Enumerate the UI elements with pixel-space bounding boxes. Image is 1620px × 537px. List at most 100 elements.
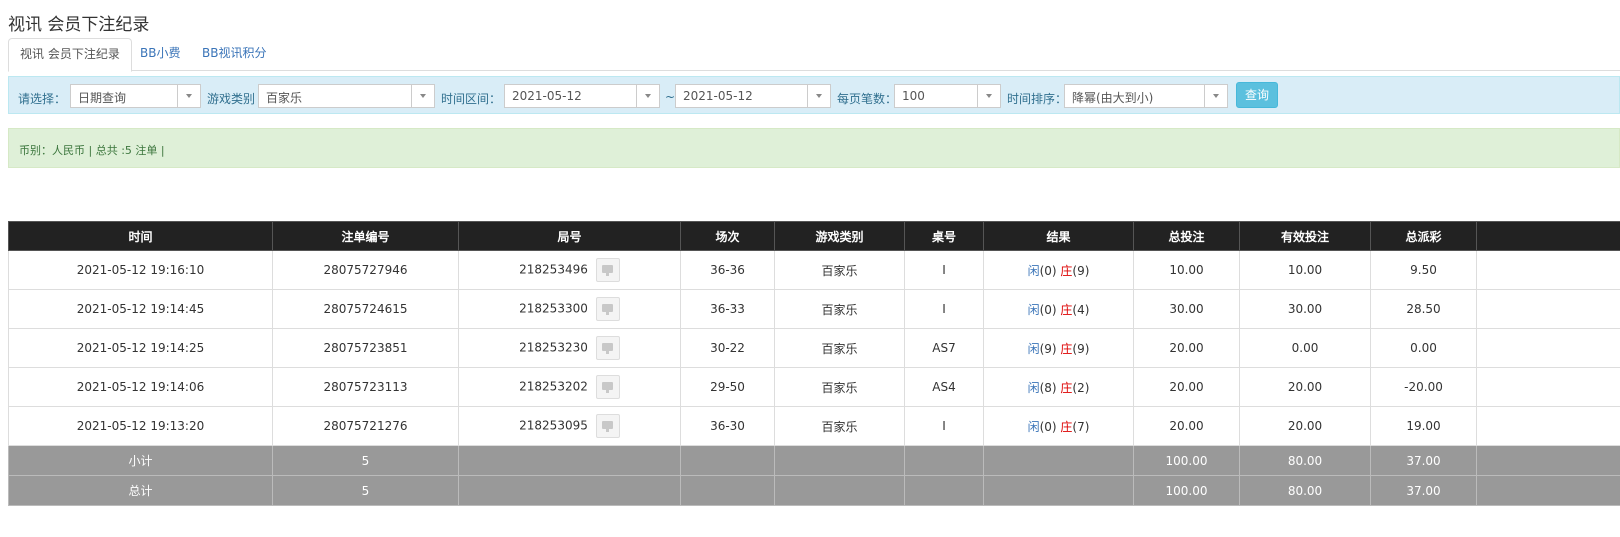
sort-select[interactable]: 降幂(由大到小): [1064, 84, 1228, 108]
col-extra: [1476, 221, 1620, 251]
total-bet-link[interactable]: 10.00: [1133, 250, 1240, 290]
chevron-down-icon: [1204, 85, 1227, 107]
sort-label: 时间排序：: [1007, 92, 1068, 106]
chevron-down-icon: [807, 85, 830, 107]
per-page-select[interactable]: 100: [894, 84, 1001, 108]
total-bet-link[interactable]: 30.00: [1133, 289, 1240, 329]
round-no-cell: 218253230: [458, 328, 681, 368]
player-label: 闲: [1027, 341, 1040, 356]
col-table-no: 桌号: [904, 221, 984, 251]
valid-bet-cell: 10.00: [1239, 250, 1371, 290]
payout-cell: 19.00: [1370, 406, 1477, 446]
table-row: 2021-05-12 19:14:06 28075723113 21825320…: [8, 367, 1620, 407]
banker-label: 庄: [1060, 380, 1073, 395]
session-cell: 30-22: [680, 328, 775, 368]
session-cell: 36-33: [680, 289, 775, 329]
session-cell: 29-50: [680, 367, 775, 407]
replay-icon[interactable]: [595, 375, 620, 399]
round-no-cell: 218253300: [458, 289, 681, 329]
table-header-row: 时间 注单编号 局号 场次 游戏类别 桌号 结果 总投注 有效投注 总派彩: [8, 221, 1620, 251]
col-bet-no: 注单编号: [272, 221, 459, 251]
bet-no-cell: 28075724615: [272, 289, 459, 329]
table-no-cell: AS7: [904, 328, 984, 368]
banker-value: (9): [1072, 263, 1090, 278]
replay-icon[interactable]: [595, 336, 620, 360]
search-button[interactable]: 查询: [1236, 82, 1278, 108]
bet-no-cell: 28075727946: [272, 250, 459, 290]
banker-value: (2): [1072, 380, 1090, 395]
replay-icon[interactable]: [595, 258, 620, 282]
select-label: 请选择：: [18, 92, 67, 106]
date-to-select[interactable]: 2021-05-12: [675, 84, 831, 108]
chevron-down-icon: [411, 85, 434, 107]
game-type-select[interactable]: 百家乐: [258, 84, 435, 108]
session-cell: 36-36: [680, 250, 775, 290]
payout-cell: 9.50: [1370, 250, 1477, 290]
player-value: (0): [1039, 419, 1057, 434]
subtotal-total-bet: 100.00: [1133, 445, 1240, 476]
valid-bet-cell: 20.00: [1239, 367, 1371, 407]
col-result: 结果: [983, 221, 1134, 251]
date-to-value: 2021-05-12: [683, 89, 753, 103]
tab-bet-records[interactable]: 视讯 会员下注纪录: [8, 38, 132, 72]
grand-total-label: 总计: [8, 475, 273, 506]
result-cell: 闲(8) 庄(2): [983, 367, 1134, 407]
bet-no-cell: 28075723113: [272, 367, 459, 407]
per-page-value: 100: [902, 89, 925, 103]
result-cell: 闲(0) 庄(7): [983, 406, 1134, 446]
extra-cell: [1476, 328, 1620, 368]
grand-total-count: 5: [272, 475, 459, 506]
round-no-text: 218253496: [519, 262, 588, 277]
valid-bet-cell: 20.00: [1239, 406, 1371, 446]
table-no-cell: AS4: [904, 367, 984, 407]
subtotal-valid-bet: 80.00: [1239, 445, 1371, 476]
table-no-cell: I: [904, 289, 984, 329]
time-cell: 2021-05-12 19:14:45: [8, 289, 273, 329]
round-no-text: 218253095: [519, 418, 588, 433]
session-cell: 36-30: [680, 406, 775, 446]
grand-total-total-bet: 100.00: [1133, 475, 1240, 506]
subtotal-row: 小计 5 100.00 80.00 37.00: [8, 445, 1620, 476]
date-range-separator: ~: [665, 90, 676, 104]
extra-cell: [1476, 367, 1620, 407]
banker-label: 庄: [1060, 263, 1073, 278]
time-cell: 2021-05-12 19:13:20: [8, 406, 273, 446]
game-type-label: 游戏类别: [207, 92, 256, 106]
time-range-label: 时间区间：: [441, 92, 502, 106]
tab-bb-tips[interactable]: BB小费: [129, 38, 191, 69]
table-row: 2021-05-12 19:14:45 28075724615 21825330…: [8, 289, 1620, 329]
grand-total-valid-bet: 80.00: [1239, 475, 1371, 506]
table-row: 2021-05-12 19:14:25 28075723851 21825323…: [8, 328, 1620, 368]
replay-icon[interactable]: [595, 414, 620, 438]
round-no-text: 218253202: [519, 379, 588, 394]
game-type-value: 百家乐: [266, 91, 303, 105]
extra-cell: [1476, 406, 1620, 446]
date-from-select[interactable]: 2021-05-12: [504, 84, 660, 108]
tab-bb-points[interactable]: BB视讯积分: [191, 38, 277, 69]
date-from-value: 2021-05-12: [512, 89, 582, 103]
total-bet-link[interactable]: 20.00: [1133, 406, 1240, 446]
total-bet-link[interactable]: 20.00: [1133, 328, 1240, 368]
grand-total-payout: 37.00: [1370, 475, 1477, 506]
banker-value: (7): [1072, 419, 1090, 434]
subtotal-label: 小计: [8, 445, 273, 476]
tab-bar: 视讯 会员下注纪录 BB小费 BB视讯积分: [8, 38, 1620, 72]
banker-label: 庄: [1060, 419, 1073, 434]
player-value: (8): [1039, 380, 1057, 395]
query-type-value: 日期查询: [78, 91, 127, 105]
banker-value: (9): [1072, 341, 1090, 356]
player-label: 闲: [1027, 263, 1040, 278]
replay-icon[interactable]: [595, 297, 620, 321]
filter-bar: 请选择： 日期查询 游戏类别 百家乐 时间区间： 2021-05-12 ~ 20…: [8, 76, 1620, 114]
bet-records-table: 时间 注单编号 局号 场次 游戏类别 桌号 结果 总投注 有效投注 总派彩 20…: [8, 221, 1620, 506]
table-row: 2021-05-12 19:16:10 28075727946 21825349…: [8, 250, 1620, 290]
summary-text: 币别：人民币 | 总共 :5 注单 |: [19, 144, 165, 157]
bet-no-cell: 28075721276: [272, 406, 459, 446]
col-time: 时间: [8, 221, 273, 251]
player-value: (0): [1039, 302, 1057, 317]
subtotal-payout: 37.00: [1370, 445, 1477, 476]
query-type-select[interactable]: 日期查询: [70, 84, 201, 108]
player-label: 闲: [1027, 419, 1040, 434]
game-cell: 百家乐: [774, 367, 905, 407]
total-bet-link[interactable]: 20.00: [1133, 367, 1240, 407]
